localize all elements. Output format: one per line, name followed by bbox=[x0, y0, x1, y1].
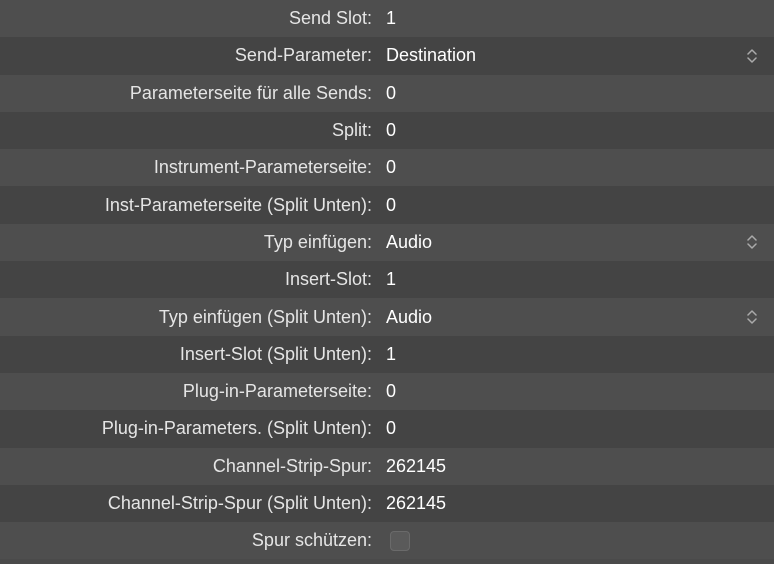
parameter-row: Typ einfügen: Audio bbox=[0, 224, 774, 261]
parameter-dropdown[interactable]: Audio bbox=[380, 307, 766, 328]
parameter-value-field[interactable]: 0 bbox=[380, 381, 766, 402]
parameter-label: Plug-in-Parameterseite: bbox=[0, 381, 380, 402]
parameter-value-field[interactable]: 1 bbox=[380, 269, 766, 290]
parameter-value-text: 1 bbox=[386, 269, 766, 290]
parameter-value-field[interactable]: 0 bbox=[380, 157, 766, 178]
parameter-label: Split: bbox=[0, 120, 380, 141]
parameter-row: Plug-in-Parameterseite: 0 bbox=[0, 373, 774, 410]
parameter-row: Instrument-Parameterseite: 0 bbox=[0, 149, 774, 186]
parameter-value-text: 1 bbox=[386, 344, 766, 365]
dropdown-chevron-icon bbox=[744, 308, 760, 326]
parameter-value-field[interactable]: 1 bbox=[380, 344, 766, 365]
parameter-value bbox=[380, 531, 766, 551]
parameter-label: Insert-Slot: bbox=[0, 269, 380, 290]
parameter-row: Spur schützen: bbox=[0, 522, 774, 559]
parameter-row: Send Slot: 1 bbox=[0, 0, 774, 37]
parameter-label: Channel-Strip-Spur (Split Unten): bbox=[0, 493, 380, 514]
parameter-dropdown[interactable]: Audio bbox=[380, 232, 766, 253]
parameter-value-text: 0 bbox=[386, 120, 766, 141]
parameter-label: Inst-Parameterseite (Split Unten): bbox=[0, 195, 380, 216]
parameter-row: Inst-Parameterseite (Split Unten): 0 bbox=[0, 186, 774, 223]
parameter-row: Plug-in-Parameters. (Split Unten): 0 bbox=[0, 410, 774, 447]
parameter-label: Send Slot: bbox=[0, 8, 380, 29]
dropdown-value: Audio bbox=[386, 307, 766, 328]
parameter-value-field[interactable]: 262145 bbox=[380, 456, 766, 477]
dropdown-chevron-icon bbox=[744, 47, 760, 65]
parameter-row: Insert-Slot (Split Unten): 1 bbox=[0, 336, 774, 373]
parameter-dropdown[interactable]: Destination bbox=[380, 45, 766, 66]
parameter-value-field[interactable]: 1 bbox=[380, 8, 766, 29]
parameter-value-text: 1 bbox=[386, 8, 766, 29]
parameter-value-text: 0 bbox=[386, 418, 766, 439]
parameter-label: Parameterseite für alle Sends: bbox=[0, 83, 380, 104]
parameter-value-field[interactable]: 262145 bbox=[380, 493, 766, 514]
parameter-label: Plug-in-Parameters. (Split Unten): bbox=[0, 418, 380, 439]
parameter-value-text: 0 bbox=[386, 381, 766, 402]
parameter-row: Parameterseite für alle Sends: 0 bbox=[0, 75, 774, 112]
parameter-value-field[interactable]: 0 bbox=[380, 83, 766, 104]
dropdown-value: Audio bbox=[386, 232, 766, 253]
parameter-value-text: 262145 bbox=[386, 456, 766, 477]
parameter-row: Send-Parameter: Destination bbox=[0, 37, 774, 74]
parameter-value-field[interactable]: 0 bbox=[380, 195, 766, 216]
parameter-label: Typ einfügen (Split Unten): bbox=[0, 307, 380, 328]
parameter-label: Typ einfügen: bbox=[0, 232, 380, 253]
parameter-value-text: 0 bbox=[386, 83, 766, 104]
parameter-row: Channel-Strip-Spur (Split Unten): 262145 bbox=[0, 485, 774, 522]
parameter-label: Instrument-Parameterseite: bbox=[0, 157, 380, 178]
parameter-value-text: 262145 bbox=[386, 493, 766, 514]
parameter-row: Insert-Slot: 1 bbox=[0, 261, 774, 298]
dropdown-value: Destination bbox=[386, 45, 766, 66]
parameter-value-text: 0 bbox=[386, 195, 766, 216]
dropdown-chevron-icon bbox=[744, 233, 760, 251]
parameter-label: Send-Parameter: bbox=[0, 45, 380, 66]
parameter-value-text: 0 bbox=[386, 157, 766, 178]
parameter-value-field[interactable]: 0 bbox=[380, 120, 766, 141]
parameter-label: Spur schützen: bbox=[0, 530, 380, 551]
parameter-label: Channel-Strip-Spur: bbox=[0, 456, 380, 477]
parameter-label: Insert-Slot (Split Unten): bbox=[0, 344, 380, 365]
parameter-row: Split: 0 bbox=[0, 112, 774, 149]
protect-track-checkbox[interactable] bbox=[390, 531, 410, 551]
parameter-row: Typ einfügen (Split Unten): Audio bbox=[0, 298, 774, 335]
parameter-row: Channel-Strip-Spur: 262145 bbox=[0, 448, 774, 485]
parameter-value-field[interactable]: 0 bbox=[380, 418, 766, 439]
